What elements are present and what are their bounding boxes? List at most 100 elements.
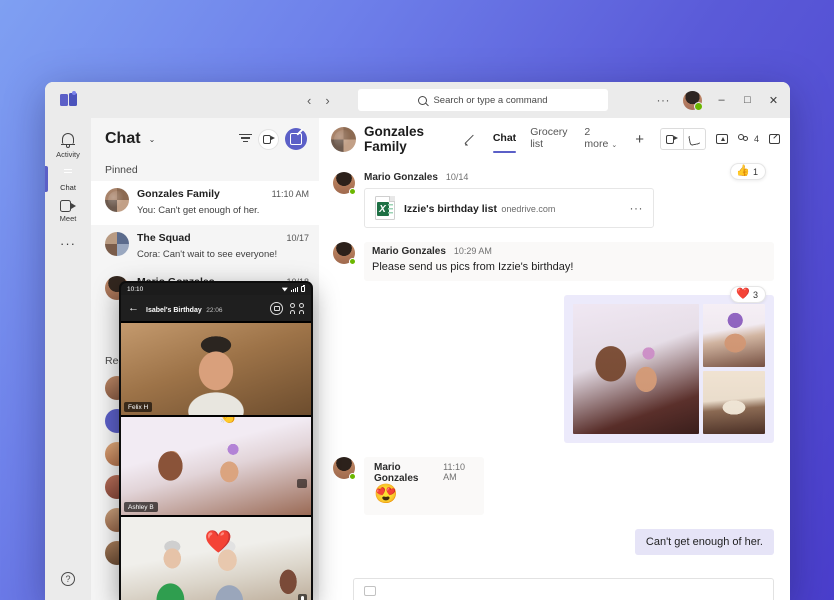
chat-item-preview: You: Can't get enough of her. bbox=[137, 205, 260, 216]
phone-call-header: ← Isabel's Birthday 22:06 bbox=[121, 295, 311, 321]
message-list: Mario Gonzales 10/14 👍 1 X Izzie's birth… bbox=[319, 160, 790, 600]
sidebar-more-button[interactable]: ··· bbox=[60, 236, 76, 251]
chat-item-preview: Cora: Can't wait to see everyone! bbox=[137, 249, 278, 260]
message-sender: Mario Gonzales bbox=[364, 172, 438, 183]
photo-thumbnail[interactable] bbox=[573, 304, 699, 434]
chat-item-name: Gonzales Family bbox=[137, 188, 220, 200]
chat-bubble-icon bbox=[61, 167, 76, 181]
chat-list-item-the-squad[interactable]: The Squad 10/17 Cora: Can't wait to see … bbox=[91, 225, 319, 269]
add-tab-button[interactable]: + bbox=[635, 131, 644, 148]
video-call-icon[interactable] bbox=[661, 129, 683, 149]
message-sender: Mario Gonzales bbox=[374, 462, 419, 484]
photo-collage[interactable]: ❤️ 3 bbox=[564, 286, 774, 443]
sidebar-item-label: Chat bbox=[60, 183, 76, 192]
avatar bbox=[333, 242, 356, 265]
popout-icon[interactable] bbox=[769, 134, 780, 144]
signal-icon bbox=[290, 286, 298, 292]
file-more-button[interactable]: ··· bbox=[630, 201, 644, 215]
heart-icon: ❤️ bbox=[736, 288, 750, 300]
message-body: Please send us pics from Izzie's birthda… bbox=[372, 261, 574, 273]
presence-indicator bbox=[349, 258, 356, 265]
excel-file-icon: X bbox=[375, 196, 395, 220]
title-bar: ‹ › Search or type a command ··· – □ ✕ bbox=[45, 82, 790, 118]
chevron-down-icon: ⌄ bbox=[611, 142, 618, 149]
message-text: Mario Gonzales 10:29 AM Please send us p… bbox=[333, 242, 774, 281]
section-label-pinned: Pinned bbox=[105, 164, 138, 176]
avatar bbox=[105, 232, 129, 256]
sidebar-item-label: Meet bbox=[59, 214, 77, 223]
search-placeholder: Search or type a command bbox=[433, 94, 548, 106]
battery-icon bbox=[301, 285, 305, 292]
avatar bbox=[333, 172, 356, 195]
call-title: Isabel's Birthday bbox=[146, 307, 202, 314]
page-title: Chat bbox=[105, 130, 141, 147]
share-screen-icon[interactable] bbox=[715, 134, 728, 144]
tab-more[interactable]: 2 more ⌄ bbox=[584, 126, 617, 152]
filter-icon[interactable] bbox=[239, 134, 252, 144]
file-source: onedrive.com bbox=[501, 204, 556, 214]
titlebar-more-button[interactable]: ··· bbox=[657, 93, 671, 107]
sidebar-item-chat[interactable]: Chat bbox=[45, 162, 91, 195]
new-chat-icon[interactable] bbox=[285, 128, 307, 150]
call-people-icon[interactable] bbox=[290, 302, 304, 314]
help-icon[interactable]: ? bbox=[61, 572, 75, 586]
chat-item-time: 11:10 AM bbox=[271, 189, 309, 199]
people-count: 4 bbox=[753, 134, 759, 144]
maximize-button[interactable]: □ bbox=[741, 94, 754, 106]
chat-item-time: 10/17 bbox=[286, 233, 309, 243]
reaction-badge[interactable]: ❤️ 3 bbox=[730, 286, 766, 303]
sidebar-item-meet[interactable]: Meet bbox=[45, 195, 91, 226]
chat-title: Gonzales Family bbox=[364, 124, 425, 154]
minimize-button[interactable]: – bbox=[715, 94, 728, 106]
video-tile[interactable]: ❤️ bbox=[121, 517, 311, 600]
search-input[interactable]: Search or type a command bbox=[358, 89, 608, 111]
message-compose-box[interactable] bbox=[353, 578, 774, 600]
chat-header: Gonzales Family Chat Grocery list 2 more… bbox=[319, 118, 790, 160]
chat-list-header: Chat ⌄ bbox=[91, 118, 319, 160]
phone-call-icon[interactable] bbox=[682, 129, 705, 149]
user-avatar[interactable] bbox=[683, 90, 703, 111]
sidebar-item-activity[interactable]: Activity bbox=[45, 128, 91, 162]
mobile-device-overlay: 10:10 ← Isabel's Birthday 22:06 Felix H … bbox=[119, 281, 313, 600]
close-button[interactable]: ✕ bbox=[767, 94, 780, 107]
tab-chat[interactable]: Chat bbox=[492, 132, 517, 153]
format-icon bbox=[364, 586, 376, 596]
chat-filter-caret-icon[interactable]: ⌄ bbox=[149, 135, 156, 144]
people-icon[interactable]: 4 bbox=[737, 134, 759, 144]
thumbs-up-icon: 👍 bbox=[736, 165, 750, 177]
photo-thumbnail[interactable] bbox=[703, 371, 765, 434]
camera-toggle-icon[interactable] bbox=[297, 479, 307, 488]
file-title: Izzie's birthday list bbox=[404, 203, 497, 215]
phone-status-bar: 10:10 bbox=[121, 283, 311, 295]
call-duration: 22:06 bbox=[206, 307, 223, 314]
message-time: 10:29 AM bbox=[453, 246, 492, 256]
sidebar-item-label: Activity bbox=[56, 150, 80, 159]
message-time: 10/14 bbox=[445, 172, 469, 182]
file-card[interactable]: X Izzie's birthday list onedrive.com ··· bbox=[364, 188, 654, 228]
message-photo-collage: ❤️ 3 bbox=[333, 286, 774, 443]
pencil-icon[interactable] bbox=[465, 134, 475, 145]
chat-header-actions: 4 bbox=[659, 128, 780, 150]
reaction-badge[interactable]: 👍 1 bbox=[730, 163, 766, 180]
avatar bbox=[105, 188, 129, 212]
back-arrow-icon[interactable]: ← bbox=[128, 302, 139, 314]
photo-thumbnail[interactable] bbox=[703, 304, 765, 367]
call-chat-icon[interactable] bbox=[270, 301, 283, 315]
presence-indicator bbox=[349, 188, 356, 195]
video-tile[interactable]: Felix H bbox=[121, 323, 311, 415]
chat-list-item-gonzales-family[interactable]: Gonzales Family 11:10 AM You: Can't get … bbox=[91, 181, 319, 225]
tab-grocery-list[interactable]: Grocery list bbox=[530, 126, 570, 152]
message-file-share: Mario Gonzales 10/14 👍 1 X Izzie's birth… bbox=[333, 163, 774, 228]
back-arrow-icon[interactable]: ‹ bbox=[307, 94, 311, 107]
forward-arrow-icon[interactable]: › bbox=[325, 94, 329, 107]
presence-indicator bbox=[349, 473, 356, 480]
bell-icon bbox=[61, 133, 75, 148]
reaction-count: 3 bbox=[752, 289, 758, 300]
meet-now-icon[interactable] bbox=[258, 128, 279, 150]
mic-muted-icon bbox=[298, 594, 307, 600]
teams-logo-icon bbox=[45, 91, 91, 107]
message-emoji: Mario Gonzales 11:10 AM 😍 bbox=[333, 457, 774, 515]
chat-pane: Gonzales Family Chat Grocery list 2 more… bbox=[319, 118, 790, 600]
video-tile[interactable]: 👏 Ashley B bbox=[121, 417, 311, 515]
left-rail: Activity Chat Meet ··· ? bbox=[45, 118, 91, 600]
